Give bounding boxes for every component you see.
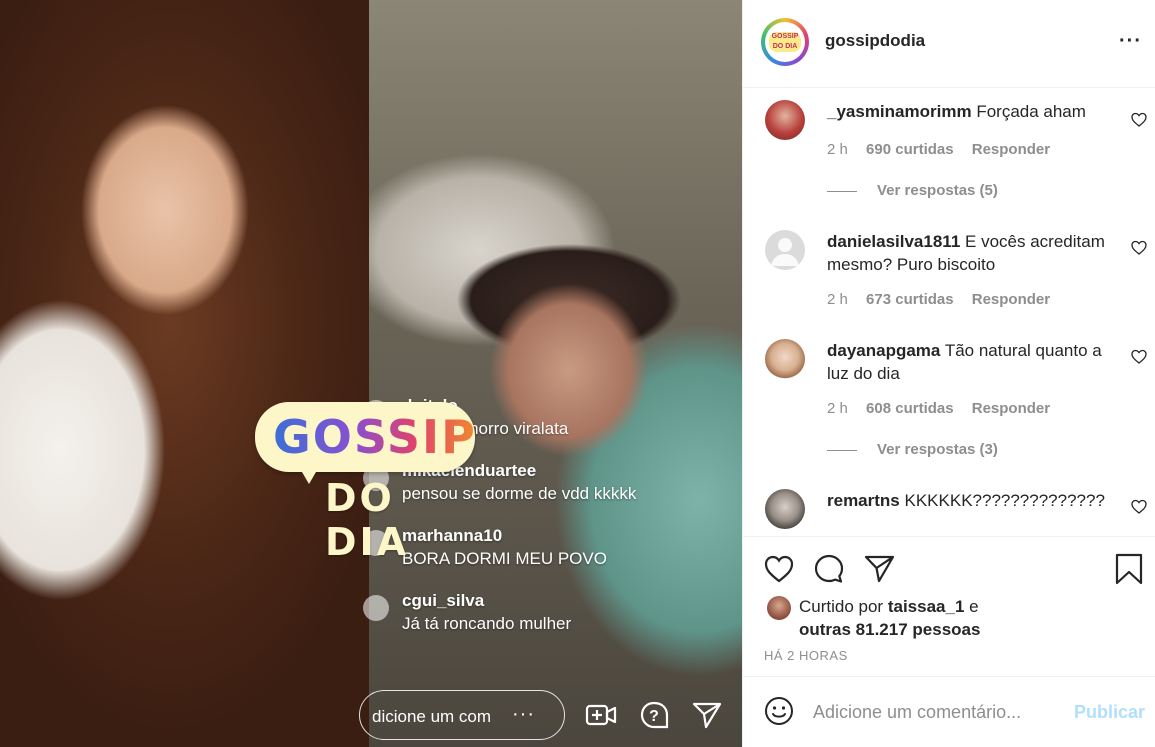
more-icon: ··· [512, 703, 535, 725]
view-replies-button[interactable]: Ver respostas (5) [827, 182, 998, 199]
comment-meta: 2 h 673 curtidas Responder [827, 291, 1064, 308]
replies-divider [827, 449, 857, 451]
avatar-logo: GOSSIP DO DIA [769, 32, 801, 52]
comment-username[interactable]: _yasminamorimm [827, 102, 972, 121]
post-actions: Curtido por taissaa_1 e outras 81.217 pe… [743, 536, 1155, 676]
more-options-icon[interactable]: ··· [1119, 30, 1142, 53]
avatar[interactable] [765, 339, 805, 379]
like-heart-icon[interactable] [763, 553, 795, 585]
post-timestamp[interactable]: HÁ 2 HORAS [764, 648, 848, 663]
photo-woman-portrait [0, 0, 369, 747]
comment-body: danielasilva1811 E vocês acreditam mesmo… [827, 230, 1117, 276]
view-replies-button[interactable]: Ver respostas (3) [827, 441, 998, 458]
default-avatar-icon [771, 238, 799, 266]
view-replies-label: Ver respostas (5) [877, 182, 998, 199]
comment-likes[interactable]: 608 curtidas [866, 400, 954, 417]
comment-meta: 2 h 690 curtidas Responder [827, 141, 1064, 158]
avatar-inner: GOSSIP DO DIA [765, 22, 805, 62]
comment-text: KKKKKK?????????????? [904, 491, 1105, 510]
comment-likes[interactable]: 690 curtidas [866, 141, 954, 158]
view-replies-label: Ver respostas (3) [877, 441, 998, 458]
reply-button[interactable]: Responder [972, 141, 1050, 158]
post-sidebar: GOSSIP DO DIA gossipdodia ··· _yasminamo… [742, 0, 1155, 747]
live-comment-text: Já tá roncando mulher [402, 614, 572, 633]
liked-by-prefix: Curtido por [799, 597, 884, 616]
comment-username[interactable]: remartns [827, 491, 900, 510]
reply-button[interactable]: Responder [972, 291, 1050, 308]
comment-time: 2 h [827, 400, 848, 417]
live-comment: cgui_silva Já tá roncando mulher [363, 591, 742, 651]
comment-likes[interactable]: 673 curtidas [866, 291, 954, 308]
comment-time: 2 h [827, 291, 848, 308]
gossip-do-dia-logo: GOSSIP DO DIA [255, 402, 477, 564]
comment-body: _yasminamorimm Forçada aham [827, 100, 1117, 123]
post-header: GOSSIP DO DIA gossipdodia ··· [743, 0, 1155, 88]
live-comment-bar: dicione um com ··· ? [359, 688, 742, 742]
avatar[interactable] [765, 230, 805, 270]
replies-divider [827, 190, 857, 192]
live-input-placeholder: dicione um com [372, 707, 492, 726]
comment-text: Forçada aham [976, 102, 1086, 121]
comment-username[interactable]: danielasilva1811 [827, 232, 960, 251]
comment-username[interactable]: dayanapgama [827, 341, 940, 360]
comment-bubble-icon[interactable] [813, 553, 845, 585]
live-comment-input: dicione um com ··· [359, 690, 565, 740]
bookmark-icon[interactable] [1113, 553, 1145, 585]
live-comment-user: cgui_silva [402, 591, 485, 610]
comment-body: remartns KKKKKK?????????????? [827, 489, 1117, 512]
like-heart-icon[interactable] [1131, 499, 1147, 515]
like-heart-icon[interactable] [1131, 349, 1147, 365]
publish-button[interactable]: Publicar [1074, 702, 1145, 723]
post-author-username[interactable]: gossipdodia [825, 31, 925, 51]
comments-list[interactable]: _yasminamorimm Forçada aham 2 h 690 curt… [743, 88, 1155, 536]
emoji-icon[interactable] [763, 695, 795, 727]
liked-by-others[interactable]: outras 81.217 pessoas [799, 620, 980, 639]
comment-body: dayanapgama Tão natural quanto a luz do … [827, 339, 1117, 385]
logo-text-bottom: DO DIA [325, 476, 410, 564]
avatar[interactable] [765, 100, 805, 140]
liked-by-joiner: e [969, 597, 979, 616]
avatar[interactable]: GOSSIP DO DIA [761, 18, 809, 66]
post-image[interactable]: doitalo esse cachorro viralata mikaelend… [0, 0, 742, 747]
avatar[interactable] [767, 596, 791, 620]
svg-text:?: ? [649, 708, 659, 725]
comment-time: 2 h [827, 141, 848, 158]
add-comment-section: Publicar [743, 676, 1155, 747]
liked-by-summary: Curtido por taissaa_1 e outras 81.217 pe… [799, 595, 1129, 641]
like-heart-icon[interactable] [1131, 112, 1147, 128]
comment-meta: 2 h 608 curtidas Responder [827, 400, 1064, 417]
like-heart-icon[interactable] [1131, 240, 1147, 256]
avatar[interactable] [765, 489, 805, 529]
reply-button[interactable]: Responder [972, 400, 1050, 417]
liked-by-user[interactable]: taissaa_1 [888, 597, 965, 616]
question-icon: ? [640, 701, 669, 729]
comment-input[interactable] [813, 699, 1063, 725]
video-add-icon [585, 704, 617, 726]
avatar [363, 595, 389, 621]
share-icon[interactable] [863, 553, 895, 585]
send-icon [692, 702, 722, 729]
logo-text-top: GOSSIP [273, 410, 477, 464]
